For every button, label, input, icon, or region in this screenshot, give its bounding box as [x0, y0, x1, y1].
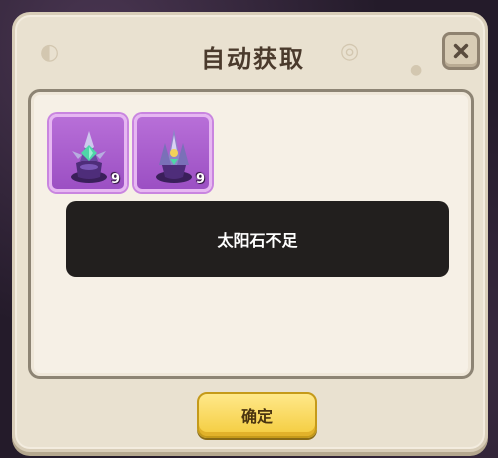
dialog-title: 自动获取 [201, 45, 305, 73]
close-button[interactable] [442, 32, 480, 70]
item-count: 9 [110, 172, 120, 187]
item-count: 9 [195, 172, 205, 187]
close-icon [453, 43, 469, 59]
confirm-button[interactable]: 确定 [197, 392, 317, 438]
auto-acquire-dialog: ◐ ◎ ● 自动获取 9 9 太阳石不足 确定 [12, 12, 488, 452]
item-list: 9 9 [49, 114, 212, 192]
item-slot[interactable]: 9 [134, 114, 212, 192]
toast-message: 太阳石不足 [66, 201, 449, 277]
content-panel: 9 9 太阳石不足 [28, 89, 474, 379]
item-slot[interactable]: 9 [49, 114, 127, 192]
